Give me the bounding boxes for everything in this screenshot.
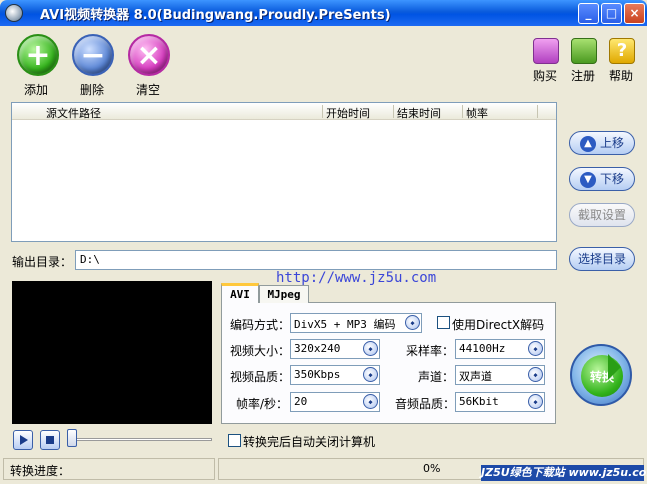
auto-shutdown-label[interactable]: 转换完后自动关闭计算机 xyxy=(243,433,375,450)
codec-select[interactable]: DivX5 + MP3 编码 ◆ xyxy=(290,313,422,333)
column-end-time[interactable]: 结束时间 xyxy=(397,105,441,121)
minimize-button[interactable]: _ xyxy=(578,3,599,24)
video-size-label: 视频大小： xyxy=(230,344,291,358)
column-start-time[interactable]: 开始时间 xyxy=(326,105,370,121)
help-button-label[interactable]: 帮助 xyxy=(609,67,633,84)
fps-value: 20 xyxy=(294,395,308,408)
tab-mjpeg[interactable]: MJpeg xyxy=(259,285,309,303)
stop-icon xyxy=(46,436,54,444)
auto-shutdown-checkbox[interactable] xyxy=(228,434,241,447)
video-quality-label: 视频品质： xyxy=(230,370,291,384)
clear-icon[interactable]: × xyxy=(128,34,170,76)
column-frame-rate[interactable]: 帧率 xyxy=(466,105,488,121)
audio-quality-label: 音频品质： xyxy=(395,397,456,411)
audio-quality-select[interactable]: 56Kbit ◆ xyxy=(455,392,545,412)
move-up-button[interactable]: ▲ 上移 xyxy=(569,131,635,155)
progress-percent: 0% xyxy=(423,462,441,475)
add-icon[interactable]: + xyxy=(17,34,59,76)
clear-button-label[interactable]: 清空 xyxy=(136,81,160,98)
site-badge: JZ5U绿色下载站 www.jz5u.com xyxy=(481,465,647,481)
codec-label: 编码方式： xyxy=(230,318,291,332)
codec-value: DivX5 + MP3 编码 xyxy=(294,318,396,331)
file-list-header: 源文件路径 开始时间 结束时间 帧率 xyxy=(12,103,556,120)
convert-button[interactable]: 转换 xyxy=(570,344,632,406)
seek-track[interactable] xyxy=(70,438,212,441)
seek-slider-handle[interactable] xyxy=(67,429,77,447)
window-title: AVI视频转换器 8.0(Budingwang.Proudly.PreSents… xyxy=(40,8,391,23)
buy-button-label[interactable]: 购买 xyxy=(533,67,557,84)
fps-select[interactable]: 20 ◆ xyxy=(290,392,380,412)
move-up-label: 上移 xyxy=(599,136,624,150)
register-button-label[interactable]: 注册 xyxy=(571,67,595,84)
delete-icon[interactable]: − xyxy=(72,34,114,76)
dropdown-icon[interactable]: ◆ xyxy=(528,394,543,409)
close-button[interactable]: × xyxy=(624,3,645,24)
sample-rate-select[interactable]: 44100Hz ◆ xyxy=(455,339,545,359)
column-divider xyxy=(537,105,538,118)
chevron-up-icon: ▲ xyxy=(579,135,596,152)
directx-label[interactable]: 使用DirectX解码 xyxy=(452,316,544,333)
file-list[interactable]: 源文件路径 开始时间 结束时间 帧率 xyxy=(11,102,557,242)
fps-label: 帧率/秒： xyxy=(236,397,289,411)
play-arrow-icon xyxy=(608,354,621,380)
sample-rate-label: 采样率： xyxy=(406,344,455,358)
column-source-path[interactable]: 源文件路径 xyxy=(46,105,101,121)
video-quality-value: 350Kbps xyxy=(294,368,341,381)
audio-quality-value: 56Kbit xyxy=(459,395,499,408)
website-link[interactable]: http://www.jz5u.com xyxy=(276,270,436,286)
delete-button-label[interactable]: 删除 xyxy=(80,81,104,98)
dropdown-icon[interactable]: ◆ xyxy=(363,394,378,409)
sample-rate-value: 44100Hz xyxy=(459,342,506,355)
cart-icon[interactable] xyxy=(533,38,559,64)
maximize-button[interactable]: □ xyxy=(601,3,622,24)
tab-avi[interactable]: AVI xyxy=(221,283,259,303)
play-button[interactable] xyxy=(13,430,33,450)
capture-settings-button[interactable]: 截取设置 xyxy=(569,203,635,227)
video-preview xyxy=(12,281,212,424)
progress-label: 转换进度： xyxy=(10,464,71,478)
move-down-button[interactable]: ▼ 下移 xyxy=(569,167,635,191)
dropdown-icon[interactable]: ◆ xyxy=(405,315,420,330)
dropdown-icon[interactable]: ◆ xyxy=(528,367,543,382)
output-dir-input[interactable]: D:\ xyxy=(75,250,557,270)
directx-checkbox[interactable] xyxy=(437,316,450,329)
dropdown-icon[interactable]: ◆ xyxy=(528,341,543,356)
key-icon[interactable] xyxy=(571,38,597,64)
dropdown-icon[interactable]: ◆ xyxy=(363,341,378,356)
video-size-select[interactable]: 320x240 ◆ xyxy=(290,339,380,359)
add-button-label[interactable]: 添加 xyxy=(24,81,48,98)
chevron-down-icon: ▼ xyxy=(579,171,596,188)
video-quality-select[interactable]: 350Kbps ◆ xyxy=(290,365,380,385)
column-divider xyxy=(322,105,323,118)
title-bar[interactable]: AVI视频转换器 8.0(Budingwang.Proudly.PreSents… xyxy=(0,0,647,26)
dropdown-icon[interactable]: ◆ xyxy=(363,367,378,382)
video-size-value: 320x240 xyxy=(294,342,341,355)
column-divider xyxy=(393,105,394,118)
column-divider xyxy=(462,105,463,118)
move-down-label: 下移 xyxy=(599,172,624,186)
help-icon[interactable]: ? xyxy=(609,38,635,64)
channel-select[interactable]: 双声道 ◆ xyxy=(455,365,545,385)
channel-label: 声道： xyxy=(418,370,455,384)
output-dir-label: 输出目录： xyxy=(12,255,73,269)
choose-directory-button[interactable]: 选择目录 xyxy=(569,247,635,271)
play-icon xyxy=(20,435,28,445)
stop-button[interactable] xyxy=(40,430,60,450)
app-icon[interactable] xyxy=(5,4,23,22)
channel-value: 双声道 xyxy=(459,370,492,383)
